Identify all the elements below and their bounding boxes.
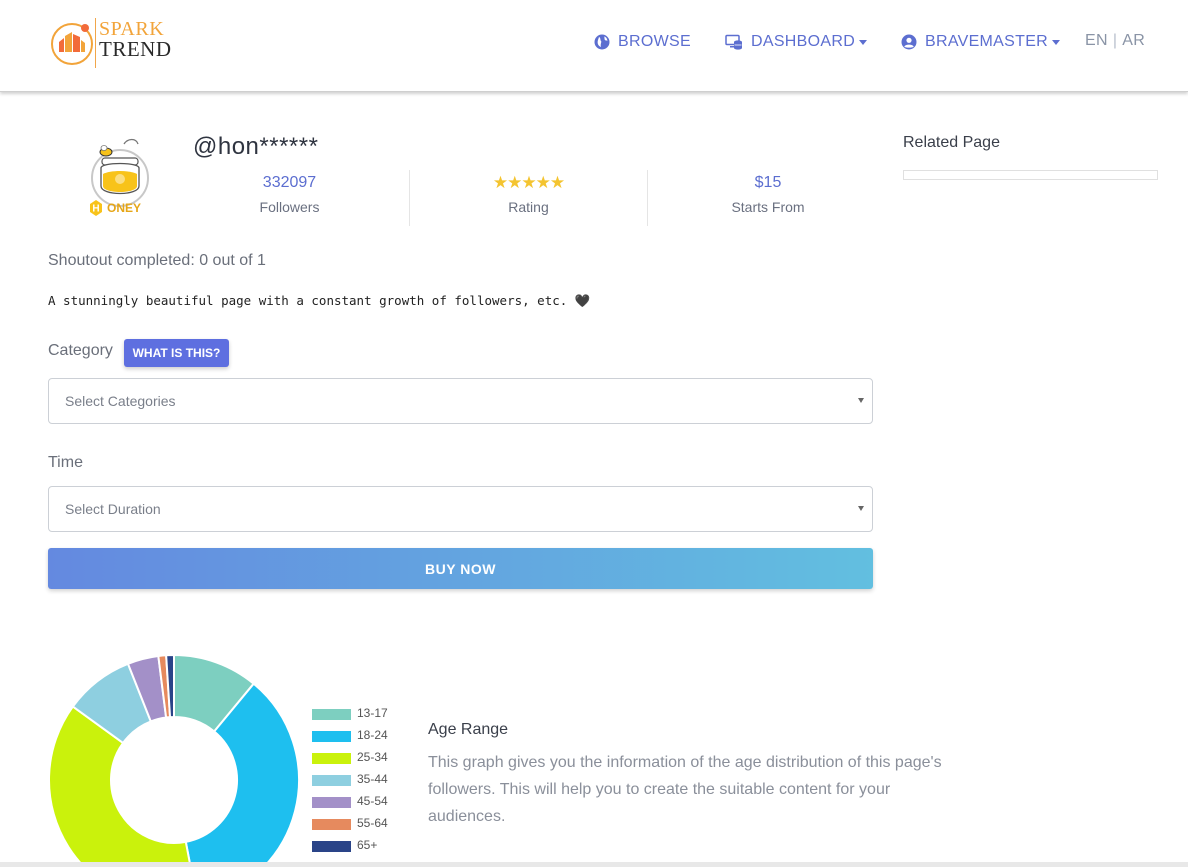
monitor-database-icon: [725, 34, 742, 50]
legend-label: 55-64: [357, 816, 388, 830]
rating-stat: ★★★★★ Rating: [410, 170, 648, 226]
related-page-title: Related Page: [903, 134, 1000, 151]
language-switcher: EN | AR: [1085, 32, 1145, 50]
spark-trend-logo[interactable]: SPARK TREND: [50, 16, 180, 68]
page-description: A stunningly beautiful page with a const…: [48, 293, 591, 308]
price-stat: $15 Starts From: [648, 170, 888, 226]
avatar-wordmark: ONEY: [107, 201, 141, 215]
legend-swatch: [312, 797, 351, 808]
legend-swatch: [312, 731, 351, 742]
nav-browse-label: BROWSE: [618, 33, 691, 50]
related-page-list: [903, 170, 1158, 180]
legend-label: 45-54: [357, 794, 388, 808]
nav-user-menu[interactable]: BRAVEMASTER: [901, 30, 1061, 54]
globe-icon: [594, 34, 610, 50]
nav-browse[interactable]: BROWSE: [594, 30, 691, 54]
logo-word-trend: TREND: [99, 37, 172, 61]
legend-label: 18-24: [357, 728, 388, 742]
followers-count: 332097: [262, 174, 317, 191]
legend-item-13-17[interactable]: 13-17: [312, 704, 402, 726]
lang-ar-link[interactable]: AR: [1122, 32, 1145, 49]
legend-label: 35-44: [357, 772, 388, 786]
lang-separator: |: [1112, 32, 1118, 49]
legend-item-65+[interactable]: 65+: [312, 836, 402, 858]
legend-item-25-34[interactable]: 25-34: [312, 748, 402, 770]
page-avatar: H ONEY: [90, 138, 149, 216]
category-label: Category: [48, 342, 113, 359]
legend-swatch: [312, 775, 351, 786]
legend-item-55-64[interactable]: 55-64: [312, 814, 402, 836]
followers-label: Followers: [259, 199, 320, 215]
caret-down-icon: [858, 506, 864, 511]
user-circle-icon: [901, 34, 917, 50]
followers-stat: 332097 Followers: [170, 170, 410, 226]
duration-placeholder: Select Duration: [65, 501, 161, 517]
rating-label: Rating: [508, 199, 549, 215]
legend-swatch: [312, 841, 351, 852]
avatar-letter: H: [92, 204, 99, 215]
legend-item-18-24[interactable]: 18-24: [312, 726, 402, 748]
price-value: $15: [754, 174, 782, 191]
age-chart-legend: 13-17 18-24 25-34 35-44 45-54 55-64 65+: [312, 704, 402, 858]
age-range-title: Age Range: [428, 721, 509, 738]
page-handle: @hon******: [193, 133, 319, 160]
nav-dashboard-label: DASHBOARD: [751, 33, 856, 50]
category-placeholder: Select Categories: [65, 393, 176, 409]
chevron-down-icon: [859, 39, 868, 45]
top-navbar: SPARK TREND BROWSE DASHBOARD BRAVEMASTER: [0, 0, 1188, 92]
logo-icon: [51, 23, 93, 65]
page-bottom-border: [0, 862, 1188, 867]
legend-swatch: [312, 819, 351, 830]
buy-now-button[interactable]: BUY NOW: [48, 548, 873, 589]
duration-select[interactable]: Select Duration: [48, 486, 873, 532]
age-range-description: This graph gives you the information of …: [428, 754, 942, 825]
shoutout-status: Shoutout completed: 0 out of 1: [48, 252, 266, 269]
price-label: Starts From: [731, 199, 805, 215]
what-is-this-button[interactable]: WHAT IS THIS?: [124, 339, 229, 367]
lang-en-link[interactable]: EN: [1085, 32, 1108, 49]
legend-label: 13-17: [357, 706, 388, 720]
chevron-down-icon: [1052, 39, 1061, 45]
legend-label: 65+: [357, 838, 378, 852]
legend-item-45-54[interactable]: 45-54: [312, 792, 402, 814]
time-label: Time: [48, 454, 83, 471]
legend-swatch: [312, 753, 351, 764]
nav-user-label: BRAVEMASTER: [925, 33, 1049, 50]
legend-item-35-44[interactable]: 35-44: [312, 770, 402, 792]
nav-dashboard[interactable]: DASHBOARD: [725, 30, 868, 54]
caret-down-icon: [858, 398, 864, 403]
legend-swatch: [312, 709, 351, 720]
legend-label: 25-34: [357, 750, 388, 764]
rating-stars: ★★★★★: [492, 173, 565, 192]
age-range-chart: [48, 654, 300, 867]
category-select[interactable]: Select Categories: [48, 378, 873, 424]
age-donut-svg: [48, 654, 300, 867]
